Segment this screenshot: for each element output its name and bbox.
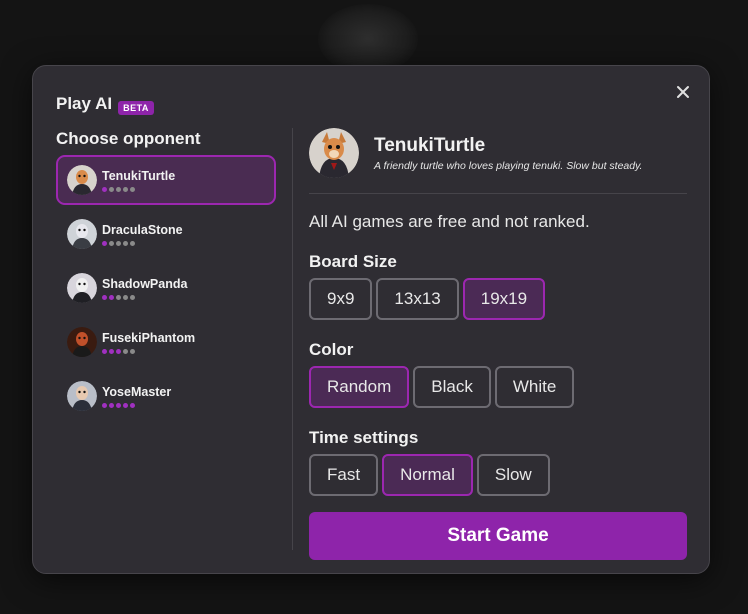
difficulty-dot	[123, 186, 128, 192]
difficulty-dot	[109, 240, 114, 246]
beta-badge: BETA	[118, 101, 154, 115]
opponent-avatar-icon	[67, 219, 97, 249]
time-option[interactable]: Normal	[382, 454, 473, 496]
opponent-avatar-icon	[67, 273, 97, 303]
board-size-options: 9x9 13x13 19x19	[309, 278, 687, 320]
vertical-divider	[292, 128, 293, 550]
difficulty-dot	[116, 240, 121, 246]
difficulty-rating	[102, 240, 183, 246]
time-option[interactable]: Slow	[476, 454, 550, 496]
difficulty-dot	[102, 240, 107, 246]
opponent-item-name: TenukiTurtle	[102, 168, 176, 183]
difficulty-dot	[130, 240, 135, 246]
difficulty-dot	[109, 294, 114, 300]
color-options: Random Black White	[309, 366, 687, 408]
difficulty-dot	[130, 402, 135, 408]
board-size-option[interactable]: 9x9	[309, 278, 373, 320]
difficulty-dot	[116, 348, 121, 354]
difficulty-dot	[116, 402, 121, 408]
difficulty-dot	[130, 186, 135, 192]
start-game-button[interactable]: Start Game	[309, 512, 687, 560]
difficulty-dot	[123, 402, 128, 408]
difficulty-dot	[130, 348, 135, 354]
opponent-item[interactable]: ShadowPanda	[56, 263, 276, 313]
dialog-header: Play AI BETA	[56, 92, 154, 115]
time-options: Fast Normal Slow	[309, 454, 687, 496]
difficulty-dot	[116, 186, 121, 192]
play-ai-dialog: Play AI BETA Choose opponent TenukiTurtl…	[32, 65, 710, 574]
opponent-item-name: FusekiPhantom	[102, 330, 196, 345]
close-icon[interactable]	[673, 82, 693, 102]
opponent-avatar-icon	[67, 381, 97, 411]
time-settings-label: Time settings	[309, 428, 419, 447]
board-size-label: Board Size	[309, 252, 397, 271]
difficulty-dot	[116, 294, 121, 300]
difficulty-dot	[102, 348, 107, 354]
horizontal-divider	[309, 193, 687, 194]
opponent-item[interactable]: YoseMaster	[56, 371, 276, 421]
difficulty-dot	[102, 186, 107, 192]
opponent-item-name: DraculaStone	[102, 222, 183, 237]
difficulty-dot	[123, 240, 128, 246]
free-games-note: All AI games are free and not ranked.	[309, 212, 590, 231]
opponent-item[interactable]: DraculaStone	[56, 209, 276, 259]
difficulty-rating	[102, 402, 171, 408]
opponent-avatar	[309, 128, 359, 178]
difficulty-dot	[102, 294, 107, 300]
dialog-title: Play AI	[56, 93, 113, 113]
opponent-description: A friendly turtle who loves playing tenu…	[374, 159, 643, 172]
opponent-item[interactable]: FusekiPhantom	[56, 317, 276, 367]
difficulty-dot	[109, 348, 114, 354]
opponent-item[interactable]: TenukiTurtle	[56, 155, 276, 205]
difficulty-dot	[109, 186, 114, 192]
time-option[interactable]: Fast	[309, 454, 379, 496]
difficulty-rating	[102, 294, 187, 300]
difficulty-dot	[123, 348, 128, 354]
background-avatar	[318, 4, 418, 74]
board-size-option[interactable]: 19x19	[462, 278, 546, 320]
opponent-item-name: ShadowPanda	[102, 276, 188, 291]
difficulty-dot	[130, 294, 135, 300]
board-size-option[interactable]: 13x13	[376, 278, 459, 320]
opponent-name: TenukiTurtle	[374, 134, 486, 156]
opponent-list: TenukiTurtle DraculaStone ShadowPanda Fusek…	[56, 155, 278, 421]
difficulty-dot	[109, 402, 114, 408]
difficulty-dot	[102, 402, 107, 408]
color-option[interactable]: White	[494, 366, 575, 408]
opponents-heading: Choose opponent	[56, 129, 201, 148]
difficulty-rating	[102, 348, 195, 354]
opponent-panel: Choose opponent TenukiTurtle DraculaStone…	[56, 129, 278, 425]
opponent-avatar-icon	[67, 327, 97, 357]
difficulty-dot	[123, 294, 128, 300]
difficulty-rating	[102, 186, 175, 192]
color-label: Color	[309, 340, 354, 359]
opponent-item-name: YoseMaster	[102, 384, 172, 399]
settings-panel: TenukiTurtle A friendly turtle who loves…	[309, 128, 687, 560]
color-option[interactable]: Random	[309, 366, 410, 408]
opponent-avatar-icon	[67, 165, 97, 195]
opponent-profile: TenukiTurtle A friendly turtle who loves…	[309, 128, 687, 178]
color-option[interactable]: Black	[413, 366, 491, 408]
